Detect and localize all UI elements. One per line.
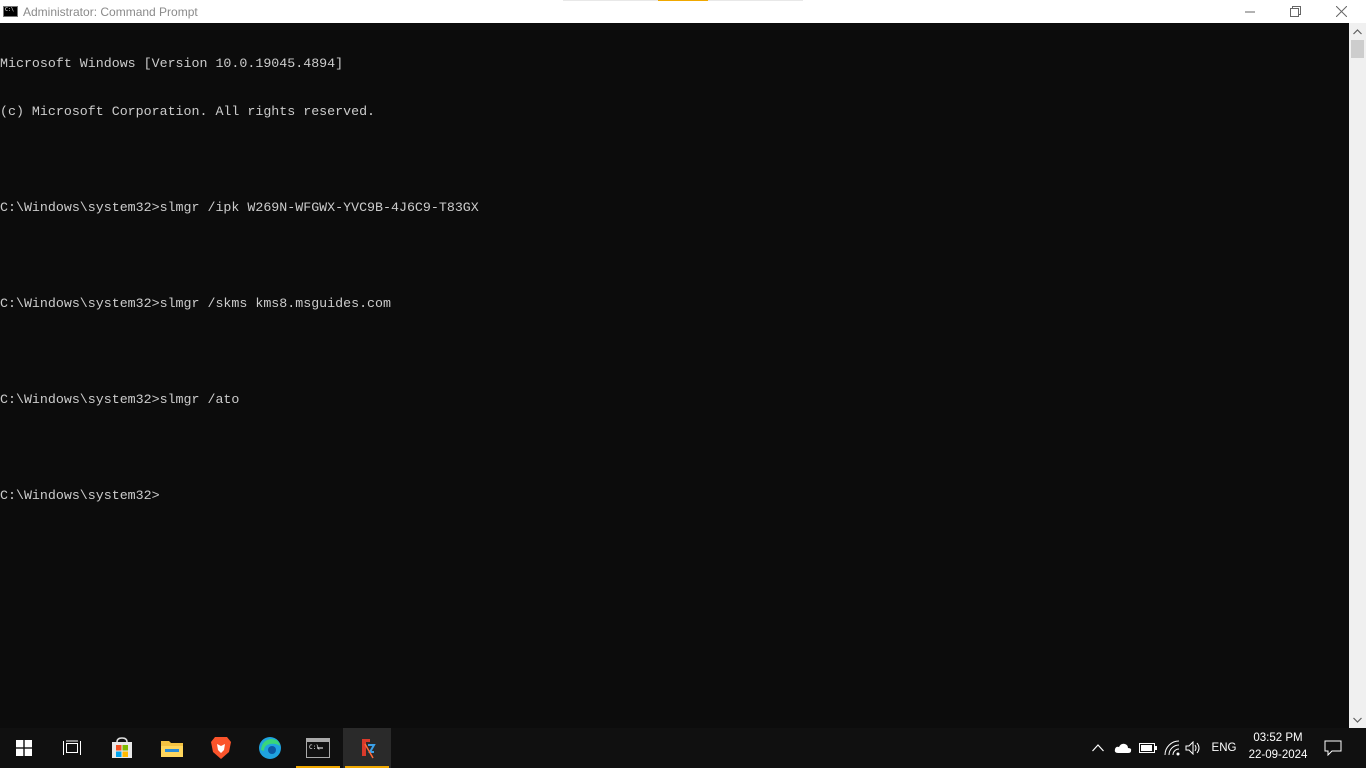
taskbar-brave-button[interactable] bbox=[197, 728, 245, 768]
command-prompt-icon bbox=[3, 6, 18, 17]
vertical-scrollbar[interactable] bbox=[1349, 23, 1366, 728]
window-title: Administrator: Command Prompt bbox=[23, 4, 198, 19]
minimize-icon bbox=[1245, 11, 1255, 12]
taskbar-edge-button[interactable] bbox=[246, 728, 294, 768]
taskbar-command-prompt-button[interactable]: C:\ bbox=[294, 728, 342, 768]
show-hidden-icons-button[interactable] bbox=[1090, 738, 1106, 758]
language-indicator[interactable]: ENG bbox=[1208, 738, 1240, 758]
battery-button[interactable] bbox=[1138, 738, 1158, 758]
windows-start-icon bbox=[16, 740, 32, 756]
taskbar-file-explorer-button[interactable] bbox=[148, 728, 196, 768]
network-button[interactable] bbox=[1162, 738, 1182, 758]
edge-browser-icon bbox=[259, 737, 281, 759]
scroll-down-button[interactable] bbox=[1349, 711, 1366, 728]
title-bar-accent bbox=[563, 0, 803, 1]
console-line: C:\Windows\system32>slmgr /skms kms8.msg… bbox=[0, 296, 391, 311]
command-prompt-icon: C:\ bbox=[306, 738, 330, 758]
console-line: (c) Microsoft Corporation. All rights re… bbox=[0, 104, 376, 119]
brave-browser-icon bbox=[211, 737, 231, 759]
console-line: C:\Windows\system32>slmgr /ipk W269N-WFG… bbox=[0, 200, 479, 215]
clock-date: 22-09-2024 bbox=[1248, 749, 1308, 761]
wifi-icon bbox=[1164, 740, 1180, 756]
taskbar-store-button[interactable] bbox=[98, 728, 146, 768]
taskbar-active-app-button[interactable] bbox=[343, 728, 391, 768]
task-view-button[interactable] bbox=[48, 728, 96, 768]
restore-button[interactable] bbox=[1272, 0, 1318, 23]
file-explorer-icon bbox=[161, 741, 183, 757]
console-line: Microsoft Windows [Version 10.0.19045.48… bbox=[0, 56, 344, 71]
console-line: C:\Windows\system32>slmgr /ato bbox=[0, 392, 240, 407]
chevron-up-icon bbox=[1353, 28, 1362, 34]
taskbar: C:\ ENG 03:52 PM 22-09-2024 bbox=[0, 728, 1366, 768]
console-prompt-line[interactable]: C:\Windows\system32> bbox=[0, 488, 1349, 504]
speaker-icon bbox=[1185, 741, 1200, 755]
volume-button[interactable] bbox=[1184, 738, 1204, 758]
scroll-up-button[interactable] bbox=[1349, 23, 1366, 40]
close-icon bbox=[1335, 6, 1347, 17]
minimize-button[interactable] bbox=[1227, 0, 1273, 23]
console-output[interactable]: Microsoft Windows [Version 10.0.19045.48… bbox=[0, 23, 1349, 728]
clock[interactable]: 03:52 PM 22-09-2024 bbox=[1242, 730, 1314, 766]
chevron-up-icon bbox=[1092, 744, 1104, 752]
cloud-icon bbox=[1114, 743, 1132, 753]
close-button[interactable] bbox=[1318, 0, 1364, 23]
notification-icon bbox=[1324, 740, 1342, 756]
onedrive-button[interactable] bbox=[1112, 738, 1134, 758]
battery-icon bbox=[1139, 743, 1157, 753]
chevron-down-icon bbox=[1353, 717, 1362, 723]
clock-time: 03:52 PM bbox=[1253, 732, 1303, 744]
action-center-button[interactable] bbox=[1322, 738, 1344, 758]
app-icon bbox=[362, 739, 376, 759]
task-view-icon bbox=[63, 740, 81, 755]
scrollbar-thumb[interactable] bbox=[1351, 40, 1364, 58]
title-bar[interactable]: Administrator: Command Prompt bbox=[0, 0, 1366, 23]
restore-icon bbox=[1289, 6, 1301, 17]
start-button[interactable] bbox=[0, 728, 48, 768]
microsoft-store-icon bbox=[112, 737, 132, 758]
